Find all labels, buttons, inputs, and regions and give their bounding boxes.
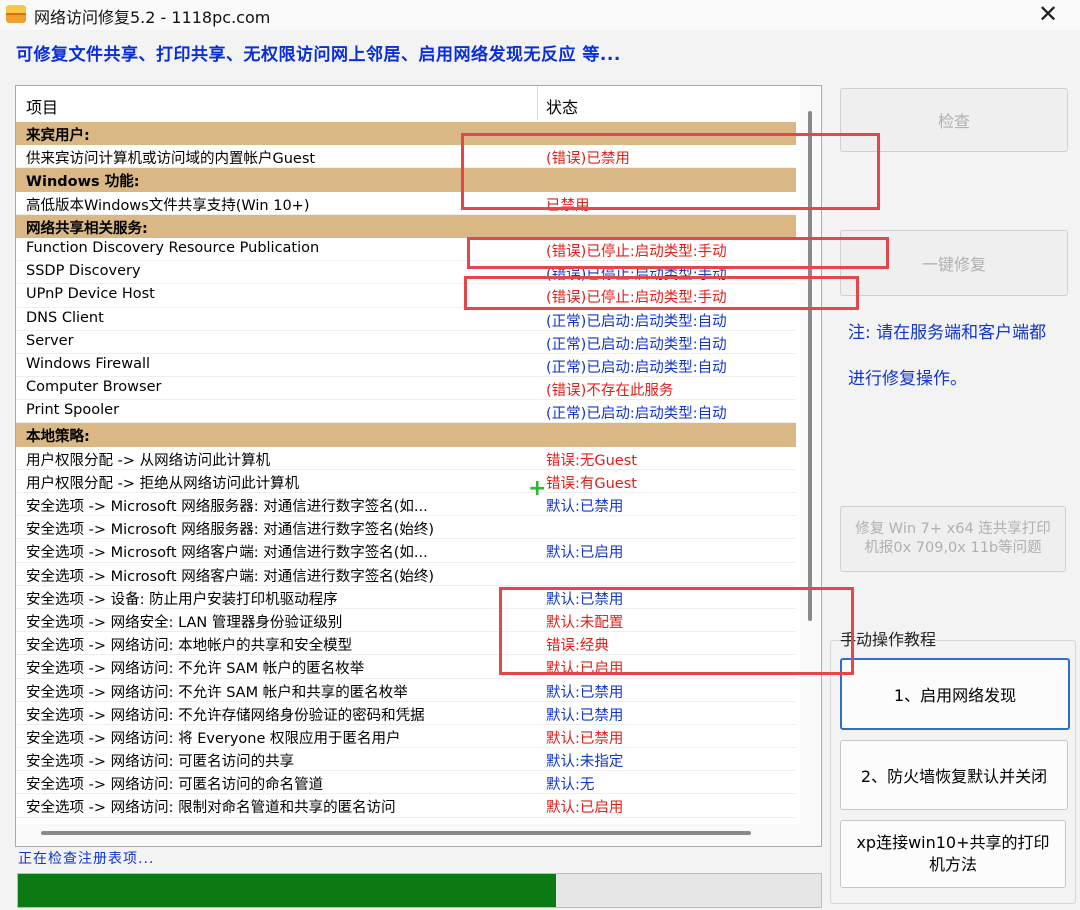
window-title: 网络访问修复5.2 - 1118pc.com [34, 8, 271, 27]
row-item-label: 来宾用户: [26, 128, 90, 144]
column-header-status[interactable]: 状态 [546, 94, 578, 118]
row-item-label: Server [26, 332, 74, 349]
row-item-label: 安全选项 -> Microsoft 网络服务器: 对通信进行数字签名(如... [26, 499, 428, 515]
row-status-value: 默认:无 [546, 777, 595, 794]
table-row[interactable]: 安全选项 -> Microsoft 网络客户端: 对通信进行数字签名(如... 默… [16, 539, 796, 563]
close-icon[interactable]: ✕ [1028, 0, 1068, 28]
row-item-label: 安全选项 -> 设备: 防止用户安装打印机驱动程序 [26, 591, 338, 608]
list-header: 项目 状态 [16, 86, 796, 120]
group-header-row[interactable]: 网络共享相关服务: [16, 214, 796, 238]
row-status-value: 错误:无Guest [546, 452, 637, 469]
row-item-label: 安全选项 -> Microsoft 网络服务器: 对通信进行数字签名(始终) [26, 522, 435, 539]
table-row[interactable]: DNS Client (正常)已启动:启动类型:自动 [16, 308, 796, 331]
row-item-label: 安全选项 -> 网络访问: 不允许 SAM 帐户的匿名枚举 [26, 661, 365, 678]
row-item-label: 安全选项 -> 网络访问: 本地帐户的共享和安全模型 [26, 638, 353, 655]
table-row[interactable]: Windows Firewall (正常)已启动:启动类型:自动 [16, 354, 796, 378]
row-item-label: 供来宾访问计算机或访问域的内置帐户Guest [26, 151, 316, 168]
progress-bar [17, 873, 822, 908]
progress-fill [18, 874, 556, 907]
row-status-value: (正常)已启动:启动类型:自动 [546, 336, 727, 353]
row-item-label: 网络共享相关服务: [26, 220, 148, 237]
row-status-value: 错误:有Guest [546, 475, 637, 492]
table-row[interactable]: Server (正常)已启动:启动类型:自动 [16, 331, 796, 354]
row-item-label: 安全选项 -> 网络访问: 不允许 SAM 帐户和共享的匿名枚举 [26, 684, 408, 701]
row-item-label: Print Spooler [26, 402, 120, 419]
list-rows: 来宾用户: 供来宾访问计算机或访问域的内置帐户Guest (错误)已禁用 Window… [16, 122, 796, 818]
note-text: 注: 请在服务端和客户端都进行修复操作。 [848, 323, 1047, 389]
table-row[interactable]: 用户权限分配 -> 从网络访问此计算机 错误:无Guest [16, 447, 796, 470]
row-status-value: (正常)已启动:启动类型:自动 [546, 359, 727, 376]
group-header-row[interactable]: 本地策略: [16, 423, 796, 447]
status-text: 正在检查注册表项... [18, 851, 155, 867]
table-row[interactable]: 安全选项 -> 网络访问: 不允许存储网络身份验证的密码和凭据 默认:已禁用 [16, 702, 796, 725]
row-status-value: 默认:已启用 [546, 800, 624, 817]
row-item-label: SSDP Discovery [26, 263, 141, 280]
tutorial-firewall-reset-button[interactable]: 2、防火墙恢复默认并关闭 [840, 740, 1068, 810]
row-status-value: 默认:已禁用 [546, 684, 624, 701]
cursor-plus-icon: + [528, 476, 547, 501]
row-status-value: (正常)已启动:启动类型:自动 [546, 313, 727, 330]
table-row[interactable]: 安全选项 -> 网络访问: 不允许 SAM 帐户和共享的匿名枚举 默认:已禁用 [16, 679, 796, 702]
row-item-label: 安全选项 -> Microsoft 网络客户端: 对通信进行数字签名(如... [26, 545, 428, 562]
column-header-item[interactable]: 项目 [26, 94, 58, 118]
table-row[interactable]: 安全选项 -> Microsoft 网络客户端: 对通信进行数字签名(始终) [16, 563, 796, 586]
row-status-value: 默认:已禁用 [546, 499, 624, 515]
highlight-box-function-discovery [467, 237, 889, 269]
row-item-label: 安全选项 -> 网络访问: 可匿名访问的共享 [26, 754, 295, 771]
highlight-box-upnp [464, 276, 859, 310]
row-item-label: 安全选项 -> 网络访问: 限制对命名管道和共享的匿名访问 [26, 800, 396, 817]
row-item-label: Windows Firewall [26, 355, 151, 372]
row-item-label: 用户权限分配 -> 拒绝从网络访问此计算机 [26, 475, 300, 492]
highlight-box-guest [461, 133, 880, 210]
row-item-label: 安全选项 -> Microsoft 网络客户端: 对通信进行数字签名(始终) [26, 568, 435, 585]
table-row[interactable]: Computer Browser (错误)不存在此服务 [16, 377, 796, 401]
app-icon [6, 5, 26, 23]
table-row[interactable]: 安全选项 -> Microsoft 网络服务器: 对通信进行数字签名(如... 默… [16, 493, 796, 517]
table-row[interactable]: 安全选项 -> Microsoft 网络服务器: 对通信进行数字签名(始终) [16, 516, 796, 540]
row-item-label: Computer Browser [26, 379, 162, 396]
row-status-value: (错误)不存在此服务 [546, 383, 674, 400]
row-item-label: 高低版本Windows文件共享支持(Win 10+) [26, 197, 310, 214]
horizontal-scrollbar[interactable] [16, 824, 800, 846]
row-status-value: 默认:已启用 [546, 545, 624, 562]
row-item-label: 安全选项 -> 网络访问: 不允许存储网络身份验证的密码和凭据 [26, 707, 425, 724]
row-status-value: (正常)已启动:启动类型:自动 [546, 406, 727, 423]
table-row[interactable]: 安全选项 -> 网络访问: 限制对命名管道和共享的匿名访问 默认:已启用 [16, 794, 796, 818]
row-item-label: DNS Client [26, 309, 104, 326]
table-row[interactable]: 安全选项 -> 网络访问: 将 Everyone 权限应用于匿名用户 默认:已禁用 [16, 725, 796, 749]
fix-printer-button[interactable]: 修复 Win 7+ x64 连共享打印机报0x 709,0x 11b等问题 [840, 506, 1066, 572]
tutorial-group-label: 手动操作教程 [840, 630, 937, 649]
table-row[interactable]: 安全选项 -> 网络访问: 可匿名访问的共享 默认:未指定 [16, 748, 796, 772]
highlight-box-policies [499, 587, 854, 675]
horizontal-scroll-thumb[interactable] [41, 831, 751, 835]
tutorial-xp-printer-button[interactable]: xp连接win10+共享的打印机方法 [840, 820, 1066, 888]
title-bar: 网络访问修复5.2 - 1118pc.com ✕ [0, 0, 1080, 30]
tutorial-enable-network-discovery-button[interactable]: 1、启用网络发现 [840, 658, 1070, 730]
row-status-value: 默认:已禁用 [546, 707, 624, 724]
row-item-label: 安全选项 -> 网络访问: 将 Everyone 权限应用于匿名用户 [26, 730, 401, 747]
table-row[interactable]: Print Spooler (正常)已启动:启动类型:自动 [16, 400, 796, 424]
row-status-value: 默认:未指定 [546, 754, 624, 771]
table-row[interactable]: 安全选项 -> 网络访问: 可匿名访问的命名管道 默认:无 [16, 771, 796, 795]
row-item-label: 用户权限分配 -> 从网络访问此计算机 [26, 452, 271, 469]
page-subtitle: 可修复文件共享、打印共享、无权限访问网上邻居、启用网络发现无反应 等... [16, 45, 621, 65]
row-item-label: 本地策略: [26, 429, 90, 446]
row-item-label: 安全选项 -> 网络访问: 可匿名访问的命名管道 [26, 777, 324, 794]
row-item-label: 安全选项 -> 网络安全: LAN 管理器身份验证级别 [26, 614, 343, 631]
row-status-value: 默认:已禁用 [546, 730, 624, 747]
row-item-label: Windows 功能: [26, 174, 140, 191]
row-item-label: Function Discovery Resource Publication [26, 239, 320, 256]
column-divider[interactable] [537, 86, 538, 120]
row-item-label: UPnP Device Host [26, 286, 155, 303]
table-row[interactable]: 用户权限分配 -> 拒绝从网络访问此计算机 错误:有Guest [16, 470, 796, 493]
